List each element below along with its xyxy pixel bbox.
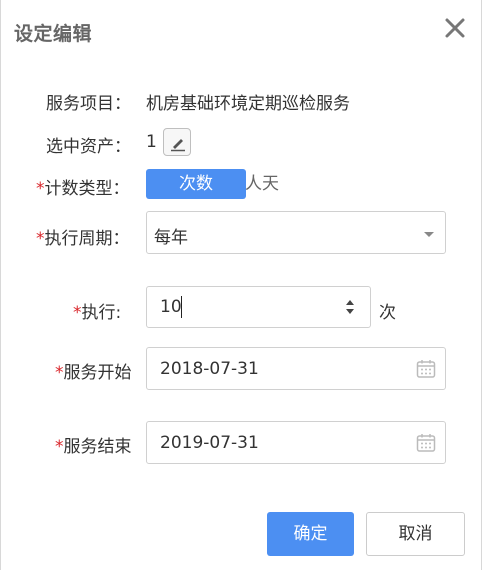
- service-end-label-text: 服务结束: [63, 437, 132, 457]
- required-mark: *: [36, 229, 45, 249]
- cancel-button[interactable]: 取消: [366, 512, 465, 556]
- text-cursor: [181, 296, 182, 318]
- count-type-label-text: 计数类型：: [44, 179, 130, 199]
- pencil-icon: [171, 139, 185, 152]
- settings-edit-dialog: 设定编辑 服务项目： 机房基础环境定期巡检服务 选中资产： 1 *计数类型： 次…: [0, 0, 482, 570]
- required-mark: *: [55, 363, 64, 383]
- service-end-label: *服务结束: [55, 432, 132, 457]
- selected-assets-count: 1: [146, 132, 157, 152]
- service-start-date-value: 2018-07-31: [160, 359, 259, 379]
- count-type-label: *计数类型：: [36, 174, 130, 199]
- execute-count-value: 10: [160, 297, 182, 317]
- service-start-date-input[interactable]: 2018-07-31: [146, 347, 446, 390]
- dialog-titlebar: 设定编辑: [1, 0, 481, 62]
- execute-label: *执行:: [73, 298, 121, 323]
- cycle-label: *执行周期：: [36, 224, 130, 249]
- spinner-arrows-icon[interactable]: [344, 298, 356, 316]
- service-start-label: *服务开始: [55, 358, 132, 383]
- service-item-value: 机房基础环境定期巡检服务: [146, 94, 350, 114]
- cycle-select-value: 每年: [154, 228, 188, 248]
- caret-down-icon: [424, 232, 434, 237]
- calendar-icon[interactable]: [416, 359, 436, 379]
- close-icon[interactable]: [443, 16, 467, 40]
- service-end-date-input[interactable]: 2019-07-31: [146, 421, 446, 464]
- execute-unit: 次: [379, 303, 396, 323]
- calendar-icon[interactable]: [416, 433, 436, 453]
- required-mark: *: [55, 437, 64, 457]
- service-start-label-text: 服务开始: [63, 363, 132, 383]
- count-type-option-times[interactable]: 次数: [146, 169, 246, 199]
- required-mark: *: [73, 303, 82, 323]
- execute-label-text: 执行:: [81, 303, 122, 323]
- confirm-button[interactable]: 确定: [267, 512, 354, 556]
- edit-assets-button[interactable]: [163, 128, 191, 156]
- service-item-label: 服务项目：: [46, 94, 131, 114]
- cycle-select[interactable]: 每年: [146, 211, 446, 254]
- cycle-label-text: 执行周期：: [44, 229, 130, 249]
- count-type-option-person-days[interactable]: 人天: [245, 169, 305, 199]
- required-mark: *: [36, 179, 45, 199]
- service-end-date-value: 2019-07-31: [160, 433, 259, 453]
- selected-assets-label: 选中资产：: [46, 137, 131, 157]
- execute-count-input[interactable]: 10: [146, 286, 371, 328]
- dialog-title: 设定编辑: [14, 23, 93, 45]
